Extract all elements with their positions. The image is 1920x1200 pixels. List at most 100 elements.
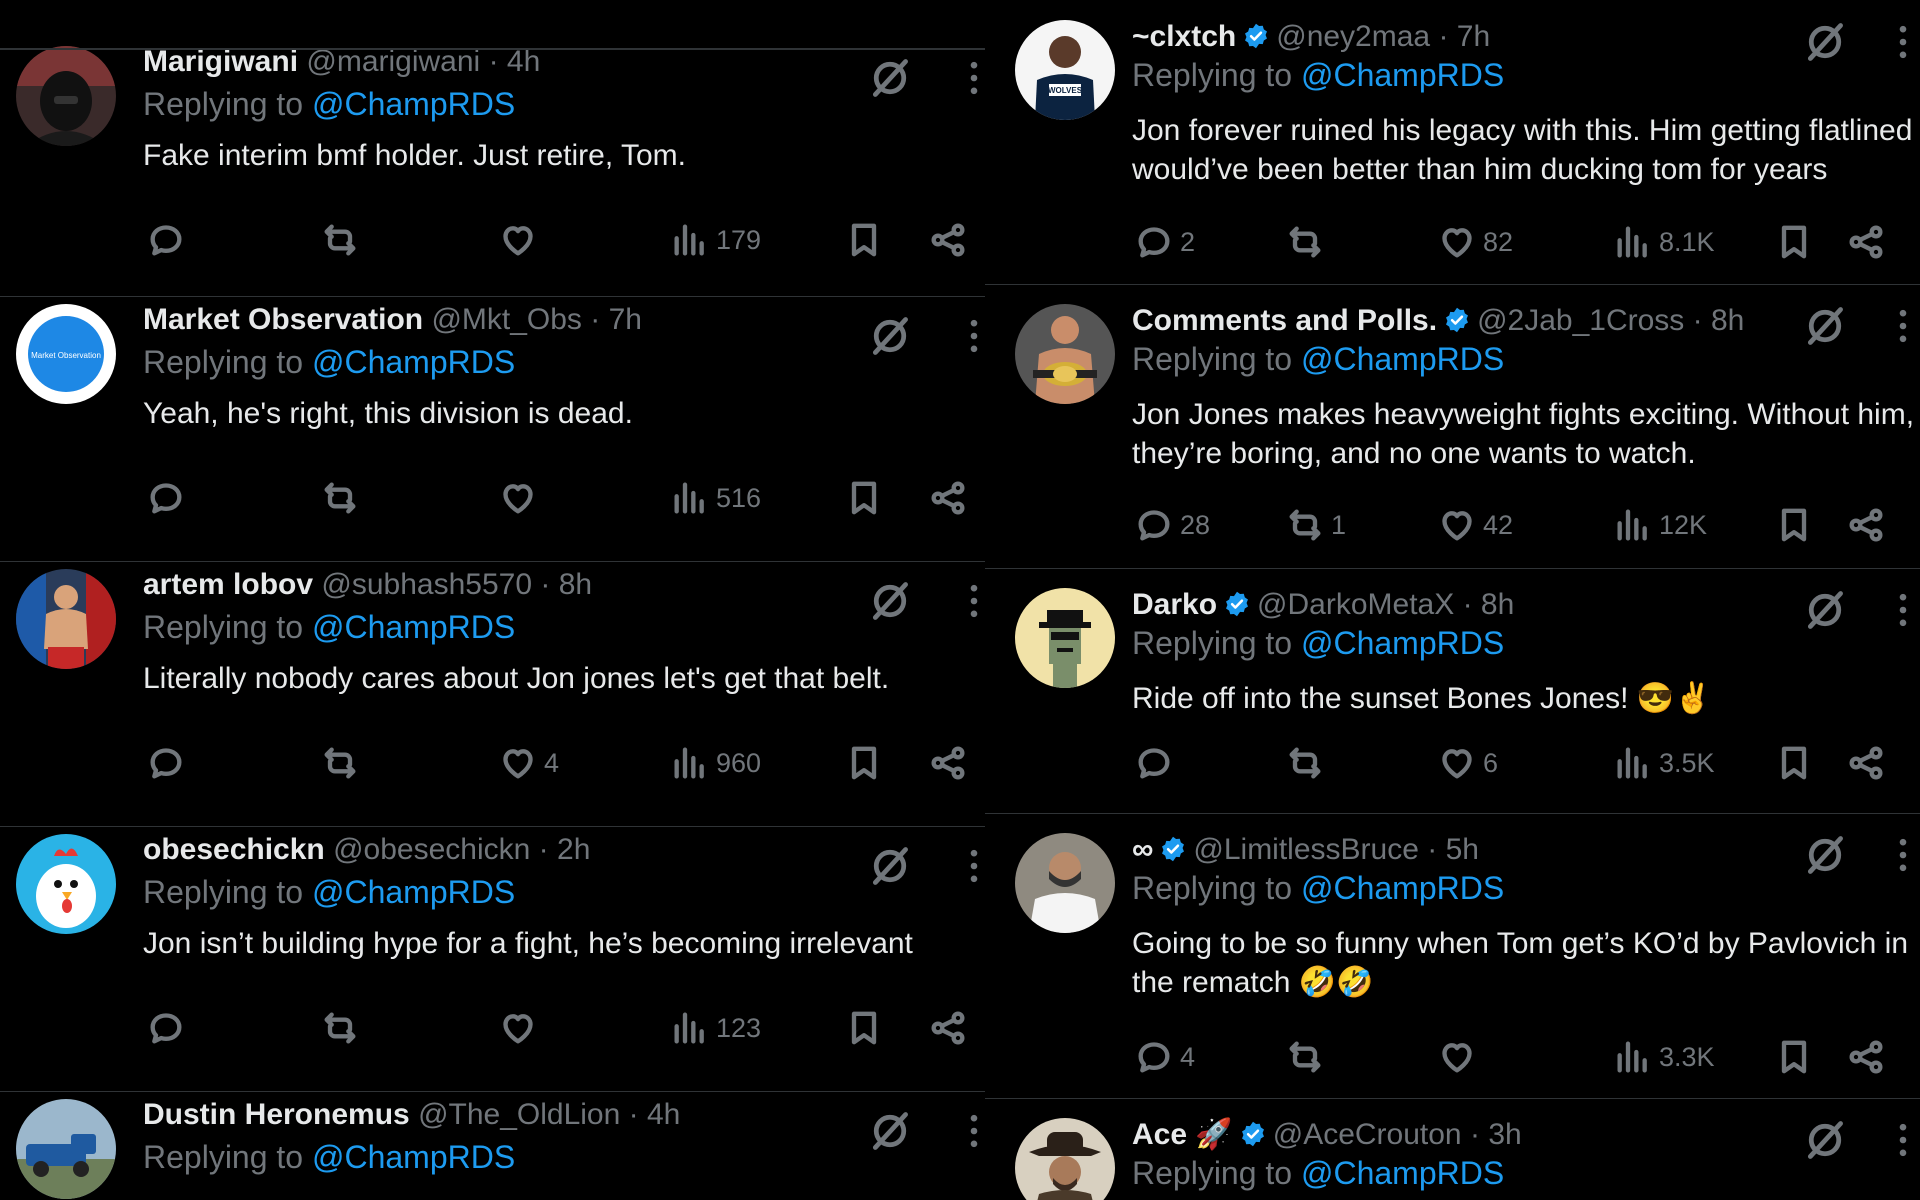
mention-link[interactable]: @ChampRDS (1301, 870, 1504, 906)
post-time[interactable]: 7h (1457, 20, 1490, 53)
mention-link[interactable]: @ChampRDS (312, 609, 515, 645)
more-options-icon[interactable] (1881, 1118, 1920, 1162)
pixel-punk-avatar[interactable] (1015, 588, 1115, 688)
user-handle[interactable]: @marigiwani (306, 45, 480, 78)
bookmark-button[interactable] (1774, 738, 1820, 788)
reply-button[interactable] (146, 473, 192, 523)
more-options-icon[interactable] (1881, 588, 1920, 632)
repost-button[interactable] (1285, 217, 1331, 267)
bookmark-button[interactable] (1774, 1032, 1820, 1082)
post-time[interactable]: 5h (1446, 833, 1479, 866)
mention-link[interactable]: @ChampRDS (312, 86, 515, 122)
mention-link[interactable]: @ChampRDS (1301, 341, 1504, 377)
bookmark-button[interactable] (844, 473, 890, 523)
tweet-card[interactable]: ∞ @LimitlessBruce · 5h Replying to @ChampR… (985, 813, 1920, 1099)
display-name[interactable]: artem lobov (143, 568, 313, 601)
grok-icon[interactable] (868, 1109, 912, 1153)
more-options-icon[interactable] (952, 579, 985, 623)
like-button[interactable] (1437, 1032, 1483, 1082)
post-time[interactable]: 4h (647, 1098, 680, 1131)
mention-link[interactable]: @ChampRDS (1301, 57, 1504, 93)
repost-button[interactable] (320, 738, 366, 788)
more-options-icon[interactable] (952, 314, 985, 358)
tweet-card[interactable]: Dustin Heronemus @The_OldLion · 4h Replyi… (0, 1091, 985, 1200)
user-handle[interactable]: @DarkoMetaX (1257, 588, 1454, 621)
bookmark-button[interactable] (1774, 217, 1820, 267)
views-button[interactable]: 123 (670, 1003, 761, 1053)
share-button[interactable] (1846, 500, 1892, 550)
display-name[interactable]: Marigiwani (143, 45, 298, 78)
views-button[interactable]: 12K (1613, 500, 1707, 550)
grok-icon[interactable] (1803, 304, 1847, 348)
share-button[interactable] (928, 738, 974, 788)
share-button[interactable] (1846, 1032, 1892, 1082)
grok-icon[interactable] (1803, 20, 1847, 64)
cartoon-chicken-avatar[interactable] (16, 834, 116, 934)
tweet-card[interactable]: artem lobov @subhash5570 · 8h Replying to… (0, 561, 985, 827)
tweet-card[interactable]: Darko @DarkoMetaX · 8h Replying to @ChampR… (985, 568, 1920, 814)
display-name[interactable]: ∞ (1132, 833, 1153, 866)
tweet-card[interactable]: Comments and Polls. @2Jab_1Cross · 8h Repl… (985, 284, 1920, 569)
views-button[interactable]: 516 (670, 473, 761, 523)
tweet-card[interactable]: Ace 🚀 @AceCrouton · 3h Replying to @ChampR… (985, 1098, 1920, 1200)
reply-button[interactable] (146, 738, 192, 788)
more-options-icon[interactable] (952, 844, 985, 888)
dark-hooded-figure-avatar[interactable] (16, 46, 116, 146)
tweet-card[interactable]: obesechickn @obesechickn · 2h Replying to… (0, 826, 985, 1092)
share-button[interactable] (928, 473, 974, 523)
repost-button[interactable] (320, 473, 366, 523)
reply-button[interactable] (146, 215, 192, 265)
user-handle[interactable]: @2Jab_1Cross (1477, 304, 1684, 337)
display-name[interactable]: obesechickn (143, 833, 325, 866)
like-button[interactable]: 6 (1437, 738, 1498, 788)
fighter-photo-avatar[interactable] (16, 569, 116, 669)
tweet-card[interactable]: Market Observation Market Observation @Mk… (0, 296, 985, 562)
user-handle[interactable]: @AceCrouton (1273, 1118, 1462, 1151)
champion-belt-avatar[interactable] (1015, 304, 1115, 404)
repost-button[interactable] (1285, 738, 1331, 788)
grok-icon[interactable] (1803, 833, 1847, 877)
share-button[interactable] (1846, 738, 1892, 788)
user-handle[interactable]: @obesechickn (333, 833, 530, 866)
tweet-card[interactable]: WOLVES ~clxtch @ney2maa · 7h Replying to @C… (985, 0, 1920, 285)
post-time[interactable]: 4h (507, 45, 540, 78)
display-name[interactable]: ~clxtch (1132, 20, 1236, 53)
share-button[interactable] (1846, 217, 1892, 267)
user-handle[interactable]: @ney2maa (1276, 20, 1430, 53)
grok-icon[interactable] (1803, 1118, 1847, 1162)
repost-button[interactable] (1285, 1032, 1331, 1082)
bookmark-button[interactable] (1774, 500, 1820, 550)
mention-link[interactable]: @ChampRDS (312, 1139, 515, 1175)
mention-link[interactable]: @ChampRDS (1301, 1155, 1504, 1191)
more-options-icon[interactable] (1881, 304, 1920, 348)
like-button[interactable]: 4 (498, 738, 559, 788)
user-handle[interactable]: @Mkt_Obs (431, 303, 581, 336)
display-name[interactable]: Comments and Polls. (1132, 304, 1437, 337)
mention-link[interactable]: @ChampRDS (312, 344, 515, 380)
reply-button[interactable]: 28 (1134, 500, 1210, 550)
market-observation-logo[interactable]: Market Observation (16, 304, 116, 404)
display-name[interactable]: Ace 🚀 (1132, 1118, 1233, 1151)
mention-link[interactable]: @ChampRDS (312, 874, 515, 910)
user-handle[interactable]: @subhash5570 (321, 568, 532, 601)
tweet-card[interactable]: Marigiwani @marigiwani · 4h Replying to @… (0, 38, 985, 297)
views-button[interactable]: 8.1K (1613, 217, 1715, 267)
reply-button[interactable] (1134, 738, 1180, 788)
grok-icon[interactable] (868, 579, 912, 623)
reply-button[interactable] (146, 1003, 192, 1053)
display-name[interactable]: Darko (1132, 588, 1217, 621)
views-button[interactable]: 3.3K (1613, 1032, 1715, 1082)
reply-button[interactable]: 4 (1134, 1032, 1195, 1082)
like-button[interactable]: 82 (1437, 217, 1513, 267)
man-photo-avatar[interactable] (1015, 833, 1115, 933)
like-button[interactable] (498, 1003, 544, 1053)
views-button[interactable]: 179 (670, 215, 761, 265)
post-time[interactable]: 3h (1488, 1118, 1521, 1151)
views-button[interactable]: 960 (670, 738, 761, 788)
repost-button[interactable] (320, 1003, 366, 1053)
repost-button[interactable]: 1 (1285, 500, 1346, 550)
post-time[interactable]: 8h (1711, 304, 1744, 337)
post-time[interactable]: 2h (557, 833, 590, 866)
more-options-icon[interactable] (1881, 20, 1920, 64)
post-time[interactable]: 8h (1481, 588, 1514, 621)
